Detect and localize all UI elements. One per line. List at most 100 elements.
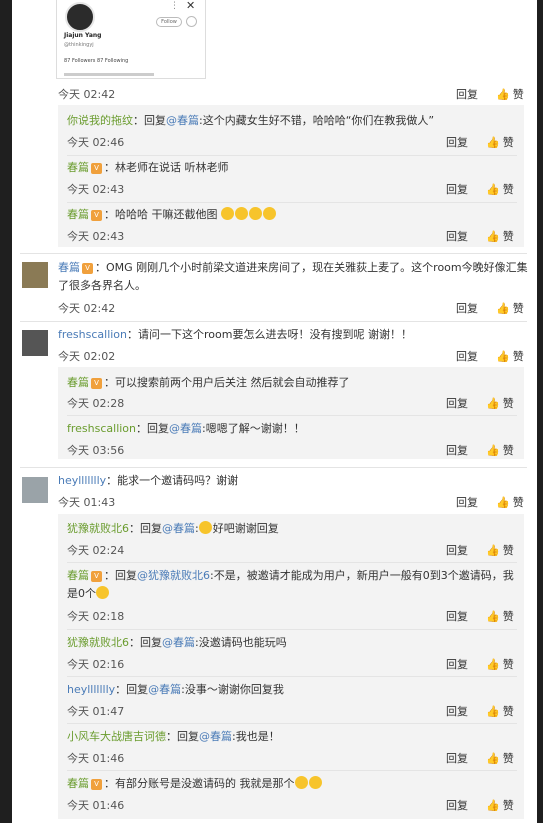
like-button[interactable]: 👍 赞 (486, 181, 514, 197)
mention[interactable]: @春篇 (199, 730, 232, 743)
reply-item: freshscallion：回复@春篇:嗯嗯了解～谢谢！！ (67, 422, 305, 435)
reply-button[interactable]: 回复 (446, 750, 468, 766)
mention[interactable]: @春篇 (166, 114, 199, 127)
left-dark-edge (0, 0, 12, 823)
laugh-emoji-icon (198, 521, 212, 534)
like-button[interactable]: 👍 赞 (486, 656, 514, 672)
comment-time: 今天 01:43 (58, 496, 116, 509)
reply-button[interactable]: 回复 (446, 181, 468, 197)
username[interactable]: heyllllllly (58, 474, 106, 487)
username[interactable]: freshscallion (67, 422, 136, 435)
reply-button[interactable]: 回复 (446, 656, 468, 672)
reply-button[interactable]: 回复 (446, 442, 468, 458)
divider (20, 467, 527, 468)
vip-badge-icon: V (91, 378, 102, 389)
laugh-emoji-icon (221, 207, 234, 220)
like-button[interactable]: 👍 赞 (486, 542, 514, 558)
avatar[interactable] (22, 262, 48, 288)
thumbs-up-icon: 👍 (486, 397, 500, 410)
reply-button[interactable]: 回复 (446, 797, 468, 813)
username[interactable]: 犹豫就败北6 (67, 636, 129, 649)
divider (67, 676, 517, 677)
thumbs-up-icon: 👍 (496, 350, 510, 363)
mention[interactable]: @春篇 (162, 636, 195, 649)
mention[interactable]: @春篇 (148, 683, 181, 696)
reply-time: 今天 02:43 (67, 183, 125, 196)
reply-button[interactable]: 回复 (456, 494, 478, 510)
reply-item: 你说我的拖纹：回复@春篇:这个内藏女生好不错，哈哈哈“你们在教我做人” (67, 114, 435, 127)
like-button[interactable]: 👍 赞 (486, 608, 514, 624)
laugh-emoji-icon (263, 207, 276, 220)
mention[interactable]: @春篇 (162, 522, 195, 535)
cry-emoji-icon (294, 776, 308, 789)
username[interactable]: 犹豫就败北6 (67, 522, 129, 535)
profile-bio-line (64, 73, 154, 76)
more-icon: ⋮ (170, 1, 179, 11)
like-button[interactable]: 👍 赞 (496, 86, 524, 102)
vip-badge-icon: V (91, 571, 102, 582)
reply-button[interactable]: 回复 (446, 134, 468, 150)
username[interactable]: 小风车大战唐吉诃德 (67, 730, 166, 743)
comment: freshscallion：请问一下这个room要怎么进去呀！没有搜到呢 谢谢！… (58, 328, 412, 341)
username[interactable]: 你说我的拖纹 (67, 114, 133, 127)
laugh-emoji-icon (235, 207, 248, 220)
username[interactable]: freshscallion (58, 328, 127, 341)
like-button[interactable]: 👍 赞 (486, 703, 514, 719)
divider (20, 253, 527, 254)
like-button[interactable]: 👍 赞 (486, 750, 514, 766)
reply-button[interactable]: 回复 (446, 395, 468, 411)
reply-button[interactable]: 回复 (446, 228, 468, 244)
reply-time: 今天 01:46 (67, 752, 125, 765)
reply-button[interactable]: 回复 (456, 348, 478, 364)
avatar[interactable] (22, 330, 48, 356)
username[interactable]: 春篇 (67, 569, 89, 582)
reply-item: 春篇 V ：哈哈哈 干嘛还截他图 (67, 206, 277, 224)
thumbs-up-icon: 👍 (486, 544, 500, 557)
username[interactable]: 春篇 (67, 208, 89, 221)
profile-name: Jiajun Yang (64, 32, 102, 39)
divider (67, 415, 517, 416)
thumbs-up-icon: 👍 (486, 183, 500, 196)
cry-emoji-icon (308, 776, 322, 789)
divider (67, 629, 517, 630)
like-button[interactable]: 👍 赞 (496, 348, 524, 364)
username[interactable]: 春篇 (67, 161, 89, 174)
reply-button[interactable]: 回复 (456, 86, 478, 102)
reply-button[interactable]: 回复 (446, 542, 468, 558)
avatar[interactable] (22, 477, 48, 503)
thumbs-up-icon: 👍 (496, 496, 510, 509)
comment: heyllllllly：能求一个邀请码吗？谢谢 (58, 474, 239, 487)
comment: 春篇 V ：OMG 刚刚几个小时前梁文道进来房间了，现在关雅荻上麦了。这个room今… (58, 261, 528, 292)
username[interactable]: heyllllllly (67, 683, 115, 696)
username[interactable]: 春篇 (58, 261, 80, 274)
like-button[interactable]: 👍 赞 (486, 797, 514, 813)
reply-time: 今天 02:28 (67, 397, 125, 410)
thumbs-up-icon: 👍 (486, 610, 500, 623)
attached-image[interactable]: ⋮ ✕ Follow Jiajun Yang @thinkingyj 87 Fo… (56, 0, 206, 79)
reply-button[interactable]: 回复 (456, 300, 478, 316)
profile-stats: 87 Followers 87 Following (64, 58, 129, 64)
reply-button[interactable]: 回复 (446, 703, 468, 719)
username[interactable]: 春篇 (67, 376, 89, 389)
like-button[interactable]: 👍 赞 (496, 300, 524, 316)
reply-item: 春篇 V ：可以搜索前两个用户后关注 然后就会自动推荐了 (67, 376, 350, 389)
follow-pill: Follow (156, 17, 182, 27)
mention[interactable]: @春篇 (169, 422, 202, 435)
reply-item: 春篇 V ：有部分账号是没邀请码的 我就是那个 (67, 775, 323, 793)
reply-item: 春篇 V ：回复@犹豫就败北6:不是，被邀请才能成为用户，新用户一般有0到3个邀请码… (67, 569, 514, 600)
like-button[interactable]: 👍 赞 (496, 494, 524, 510)
close-icon: ✕ (186, 0, 196, 12)
like-button[interactable]: 👍 赞 (486, 442, 514, 458)
reply-time: 今天 02:43 (67, 230, 125, 243)
thumbs-up-icon: 👍 (486, 444, 500, 457)
username[interactable]: 春篇 (67, 777, 89, 790)
profile-handle: @thinkingyj (64, 42, 94, 48)
mention[interactable]: @犹豫就败北6 (137, 569, 210, 582)
reply-time: 今天 01:47 (67, 705, 125, 718)
divider (67, 770, 517, 771)
thumbs-up-icon: 👍 (486, 705, 500, 718)
like-button[interactable]: 👍 赞 (486, 134, 514, 150)
reply-button[interactable]: 回复 (446, 608, 468, 624)
like-button[interactable]: 👍 赞 (486, 395, 514, 411)
like-button[interactable]: 👍 赞 (486, 228, 514, 244)
